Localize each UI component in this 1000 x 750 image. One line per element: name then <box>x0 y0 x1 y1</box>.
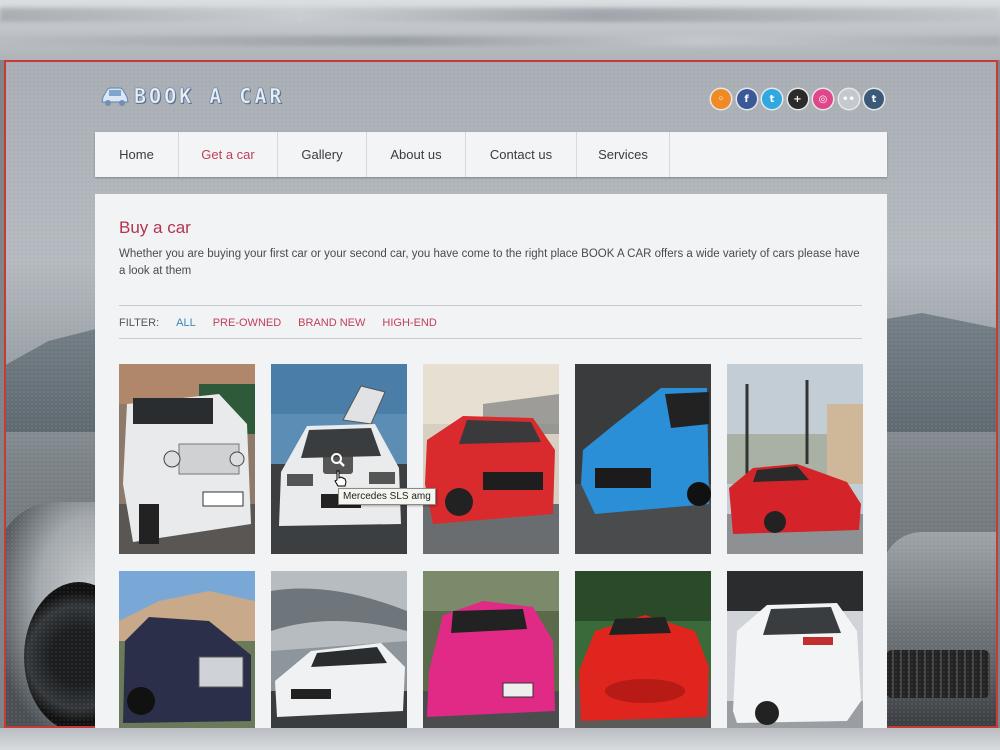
gallery-item-ferrari-red[interactable] <box>727 364 863 554</box>
twitter-icon[interactable]: t <box>762 89 782 109</box>
browser-chrome-bottom <box>0 728 1000 750</box>
gallery-item-mustang-blue[interactable] <box>575 364 711 554</box>
mustang-blue-image <box>575 364 711 554</box>
nav-services[interactable]: Services <box>577 132 670 177</box>
filter-brand-new[interactable]: BRAND NEW <box>298 317 365 329</box>
nav-home[interactable]: Home <box>95 132 179 177</box>
gallery-item-lambo-white[interactable] <box>271 571 407 728</box>
nav-gallery[interactable]: Gallery <box>278 132 367 177</box>
magnifier-icon <box>331 453 345 467</box>
social-links: ◦ f t + ◎ •• t <box>711 89 884 109</box>
rss-icon[interactable]: ◦ <box>711 89 731 109</box>
nav-contact-us[interactable]: Contact us <box>466 132 577 177</box>
filter-label: FILTER: <box>119 317 160 329</box>
rolls-royce-image <box>119 571 255 728</box>
filter-pre-owned[interactable]: PRE-OWNED <box>213 317 281 329</box>
mustang-red-image <box>423 364 559 554</box>
golf-white-image <box>727 571 863 728</box>
gallery-item-rolls-royce[interactable] <box>119 571 255 728</box>
supercar-red-image <box>575 571 711 728</box>
ferrari-red-image <box>727 364 863 554</box>
hand-cursor-icon <box>334 470 347 487</box>
site-logo[interactable]: BOOK A CAR <box>100 84 284 108</box>
lambo-pink-image <box>423 571 559 728</box>
filter-bar: FILTER: ALL PRE-OWNED BRAND NEW HIGH-END <box>119 317 454 329</box>
flickr-icon[interactable]: •• <box>838 89 859 109</box>
car-logo-icon <box>101 87 129 106</box>
gallery-item-mercedes-sls[interactable] <box>271 364 407 554</box>
nav-about-us[interactable]: About us <box>367 132 466 177</box>
divider <box>119 338 862 339</box>
divider <box>119 305 862 306</box>
gallery-item-supercar-red[interactable] <box>575 571 711 728</box>
facebook-icon[interactable]: f <box>736 89 757 109</box>
filter-high-end[interactable]: HIGH-END <box>382 317 436 329</box>
gallery-item-mustang-red[interactable] <box>423 364 559 554</box>
tumblr-icon[interactable]: t <box>864 89 884 109</box>
dribbble-icon[interactable]: ◎ <box>813 89 833 109</box>
gallery-item-lambo-pink[interactable] <box>423 571 559 728</box>
gallery-item-suv-white[interactable] <box>119 364 255 554</box>
page-title: Buy a car <box>119 218 191 237</box>
plus-icon[interactable]: + <box>787 89 808 109</box>
filter-all[interactable]: ALL <box>176 317 196 329</box>
tooltip: Mercedes SLS amg <box>338 488 436 505</box>
main-nav: Home Get a car Gallery About us Contact us Se… <box>95 132 887 177</box>
gallery-item-golf-white[interactable] <box>727 571 863 728</box>
logo-text: BOOK A CAR <box>134 84 285 109</box>
lambo-white-image <box>271 571 407 728</box>
suv-white-image <box>119 364 255 554</box>
browser-chrome <box>0 0 1000 60</box>
page-description: Whether you are buying your first car or… <box>119 248 860 277</box>
nav-get-a-car[interactable]: Get a car <box>179 132 278 177</box>
